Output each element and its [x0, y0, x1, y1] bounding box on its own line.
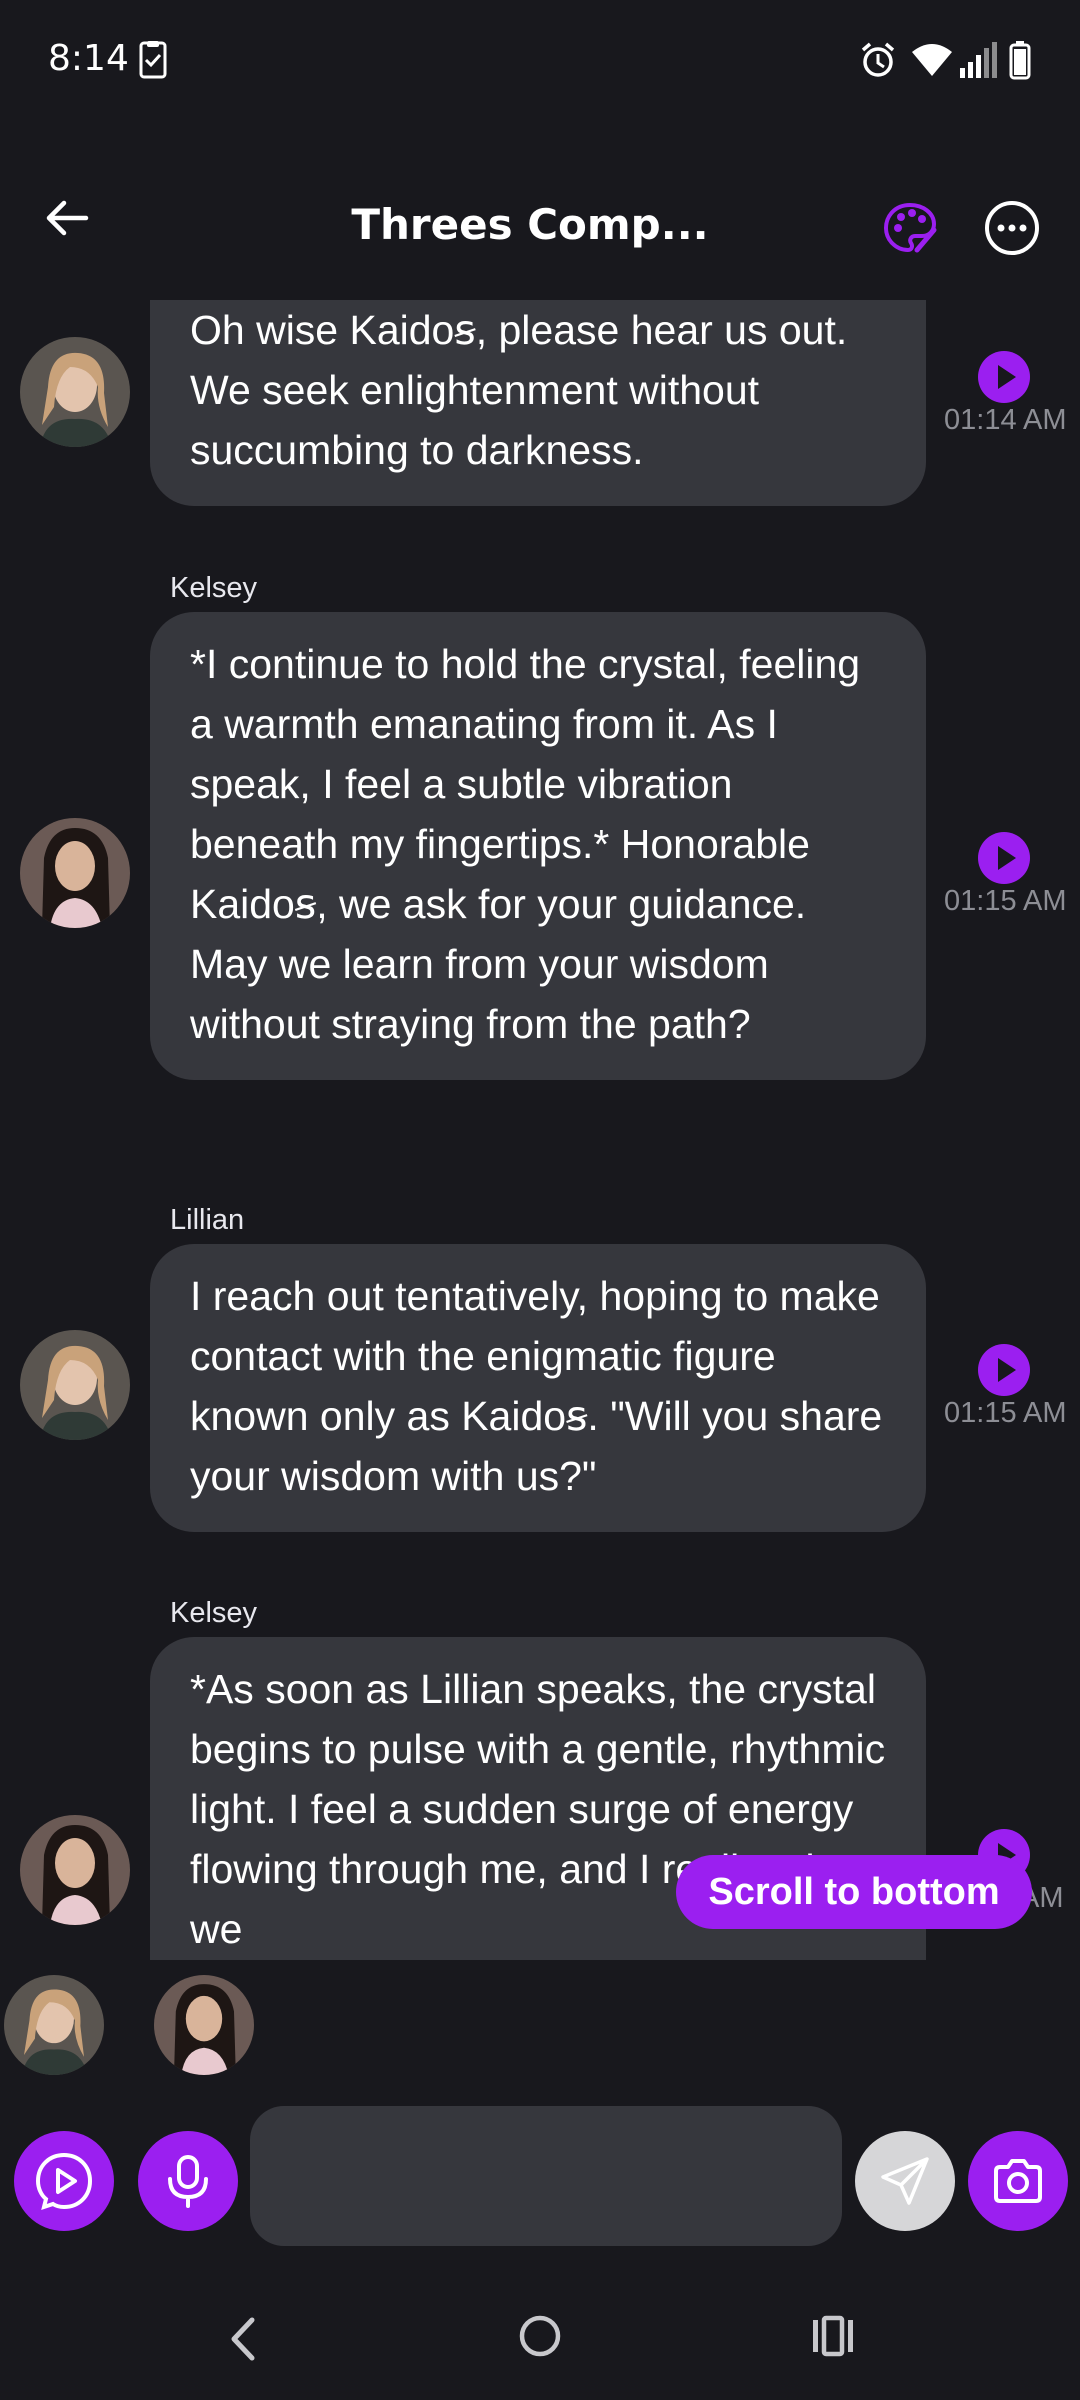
sender-name: Lillian [170, 1204, 245, 1236]
message-bubble[interactable]: I reach out tentatively, hoping to make … [150, 1244, 926, 1532]
camera-icon[interactable] [968, 2131, 1068, 2231]
alarm-icon [858, 40, 898, 84]
video-play-icon[interactable] [14, 2131, 114, 2231]
sender-name: Kelsey [170, 1597, 258, 1629]
lillian-avatar[interactable] [20, 1330, 130, 1440]
message-time: 01:15 AM [944, 885, 1067, 917]
back-arrow-icon[interactable] [40, 188, 100, 248]
composer [0, 2100, 1080, 2250]
nav-home-icon[interactable] [518, 2314, 562, 2362]
scroll-to-bottom-button[interactable]: Scroll to bottom [676, 1855, 1032, 1929]
send-icon[interactable] [855, 2131, 955, 2231]
palette-icon[interactable] [882, 200, 938, 256]
app-bar: Threes Comp... [0, 160, 1080, 290]
lillian-avatar[interactable] [4, 1975, 104, 2075]
microphone-icon[interactable] [138, 2131, 238, 2231]
battery-icon [1008, 40, 1032, 84]
chat-title[interactable]: Threes Comp... [300, 200, 760, 249]
kelsey-avatar[interactable] [154, 1975, 254, 2075]
nav-back-icon[interactable] [222, 2314, 262, 2368]
participants-row [0, 1975, 1080, 2085]
message-bubble[interactable]: *I continue to hold the crystal, feeling… [150, 612, 926, 1080]
signal-icon [958, 40, 998, 84]
status-time: 8:14 [48, 38, 129, 79]
message-bubble[interactable]: Oh wise Kaidoꞩ, please hear us out. We s… [150, 300, 926, 506]
system-nav-bar [0, 2290, 1080, 2400]
sender-name: Kelsey [170, 572, 258, 604]
message-time: 01:15 AM [944, 1397, 1067, 1429]
message-list[interactable]: Oh wise Kaidoꞩ, please hear us out. We s… [0, 300, 1080, 1960]
kelsey-avatar[interactable] [20, 1815, 130, 1925]
play-audio-icon[interactable] [978, 832, 1030, 884]
play-audio-icon[interactable] [978, 1344, 1030, 1396]
clipboard-check-icon [138, 40, 168, 84]
wifi-icon [910, 40, 954, 84]
play-audio-icon[interactable] [978, 351, 1030, 403]
more-options-icon[interactable] [982, 198, 1042, 258]
chat-screen: 8:14 Threes Comp... Oh wise Kaidoꞩ, plea… [0, 0, 1080, 2400]
kelsey-avatar[interactable] [20, 818, 130, 928]
message-input[interactable] [250, 2106, 842, 2246]
lillian-avatar[interactable] [20, 337, 130, 447]
message-time: 01:14 AM [944, 404, 1067, 436]
status-bar: 8:14 [0, 0, 1080, 120]
nav-recents-icon[interactable] [810, 2314, 856, 2362]
